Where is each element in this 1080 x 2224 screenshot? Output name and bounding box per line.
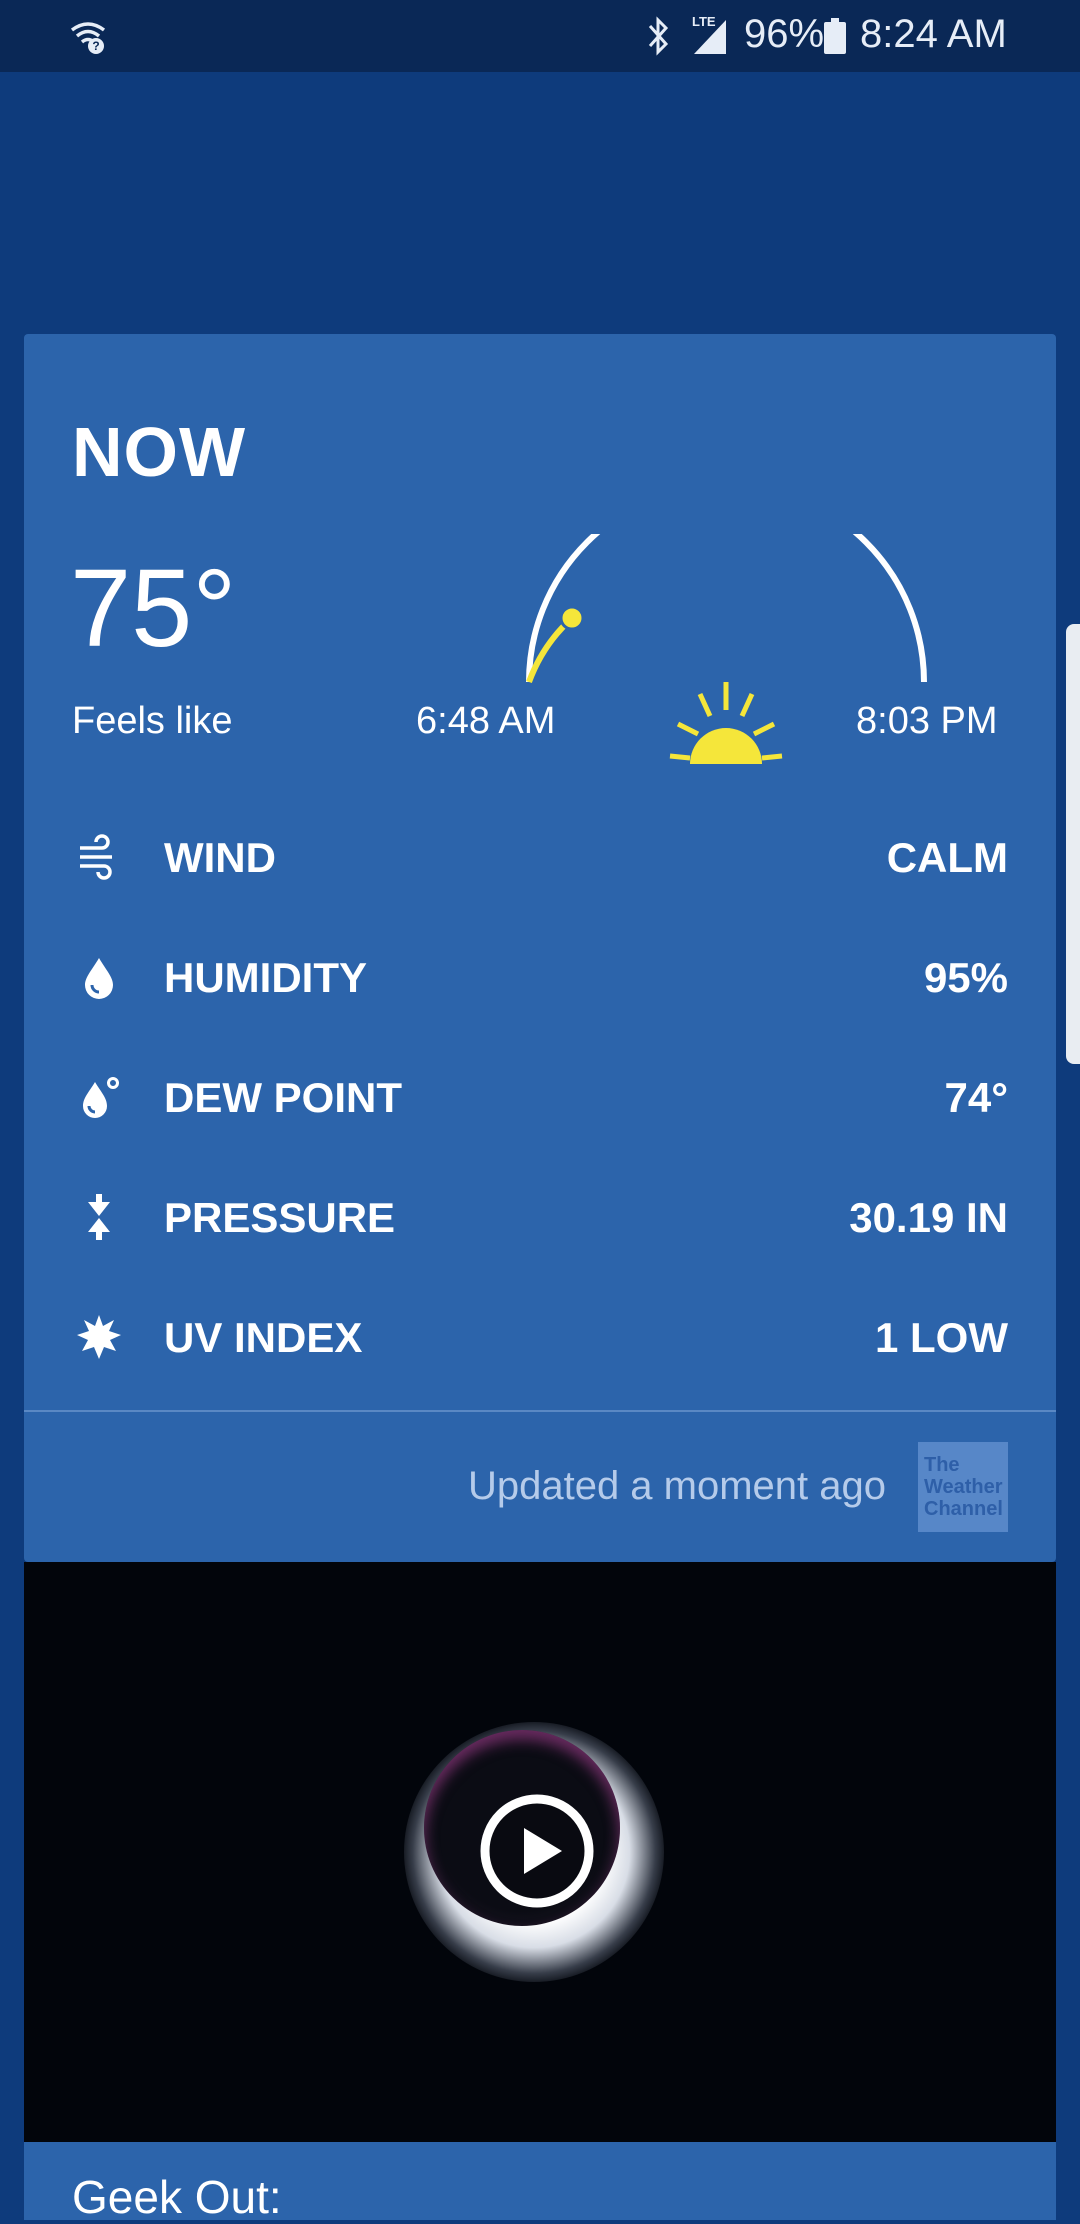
- humidity-label: HUMIDITY: [164, 954, 367, 1001]
- sunrise-time: 6:48 AM: [416, 700, 556, 742]
- sunrise-sun-icon: [669, 682, 783, 764]
- video-thumbnail[interactable]: [24, 1562, 1056, 2142]
- scrollbar[interactable]: [1066, 624, 1080, 1064]
- uv-index-value: 1 LOW: [875, 1314, 1008, 1361]
- pressure-icon: [88, 1194, 110, 1240]
- card-title: Geek Out:: [72, 2171, 282, 2223]
- uv-index-label: UV INDEX: [164, 1314, 363, 1361]
- current-temperature: 75°: [70, 547, 237, 670]
- sun-arc: [526, 534, 927, 683]
- weather-channel-logo[interactable]: The Weather Channel: [918, 1442, 1008, 1532]
- dew-point-label: DEW POINT: [164, 1074, 402, 1121]
- feels-like-label: Feels like: [72, 700, 233, 742]
- pressure-row: PRESSURE 30.19 IN: [24, 1172, 1056, 1262]
- wind-row: WIND CALM: [24, 812, 1056, 902]
- logo-line: Weather: [924, 1476, 1003, 1498]
- updated-timestamp: Updated a moment ago: [467, 1464, 886, 1508]
- status-bar: ? LTE 96% 8:24 AM: [0, 0, 1080, 72]
- card-title: NOW: [72, 413, 247, 491]
- logo-line: The: [924, 1454, 960, 1476]
- wind-icon: [80, 834, 112, 880]
- dew-point-icon: [83, 1077, 119, 1118]
- clock: 8:24 AM: [860, 12, 1007, 56]
- pressure-value: 30.19 IN: [849, 1194, 1008, 1241]
- pressure-label: PRESSURE: [164, 1194, 396, 1241]
- battery-icon: [824, 18, 846, 54]
- svg-text:?: ?: [92, 39, 99, 53]
- play-icon[interactable]: [478, 1792, 596, 1910]
- geek-out-card[interactable]: Geek Out:: [24, 2142, 1056, 2223]
- bluetooth-icon: [648, 16, 669, 56]
- humidity-value: 95%: [923, 954, 1008, 1001]
- signal-icon: [694, 20, 726, 54]
- dew-point-row: DEW POINT 74°: [24, 1052, 1056, 1142]
- humidity-row: HUMIDITY 95%: [24, 932, 1056, 1022]
- dew-point-value: 74°: [944, 1074, 1008, 1121]
- now-card[interactable]: NOW 75° Feels like 6:48 AM 8:03 PM WIND …: [24, 334, 1056, 1562]
- sunset-time: 8:03 PM: [856, 700, 998, 742]
- uv-sun-icon: [77, 1315, 121, 1359]
- logo-line: Channel: [924, 1498, 1003, 1520]
- divider: [24, 1410, 1056, 1412]
- wifi-question-icon: ?: [70, 22, 106, 54]
- wind-label: WIND: [164, 834, 276, 881]
- wind-value: CALM: [886, 834, 1008, 881]
- sun-position-marker: [559, 605, 585, 631]
- uv-index-row: UV INDEX 1 LOW: [24, 1292, 1056, 1382]
- humidity-drop-icon: [85, 958, 113, 999]
- battery-percent: 96%: [744, 12, 825, 56]
